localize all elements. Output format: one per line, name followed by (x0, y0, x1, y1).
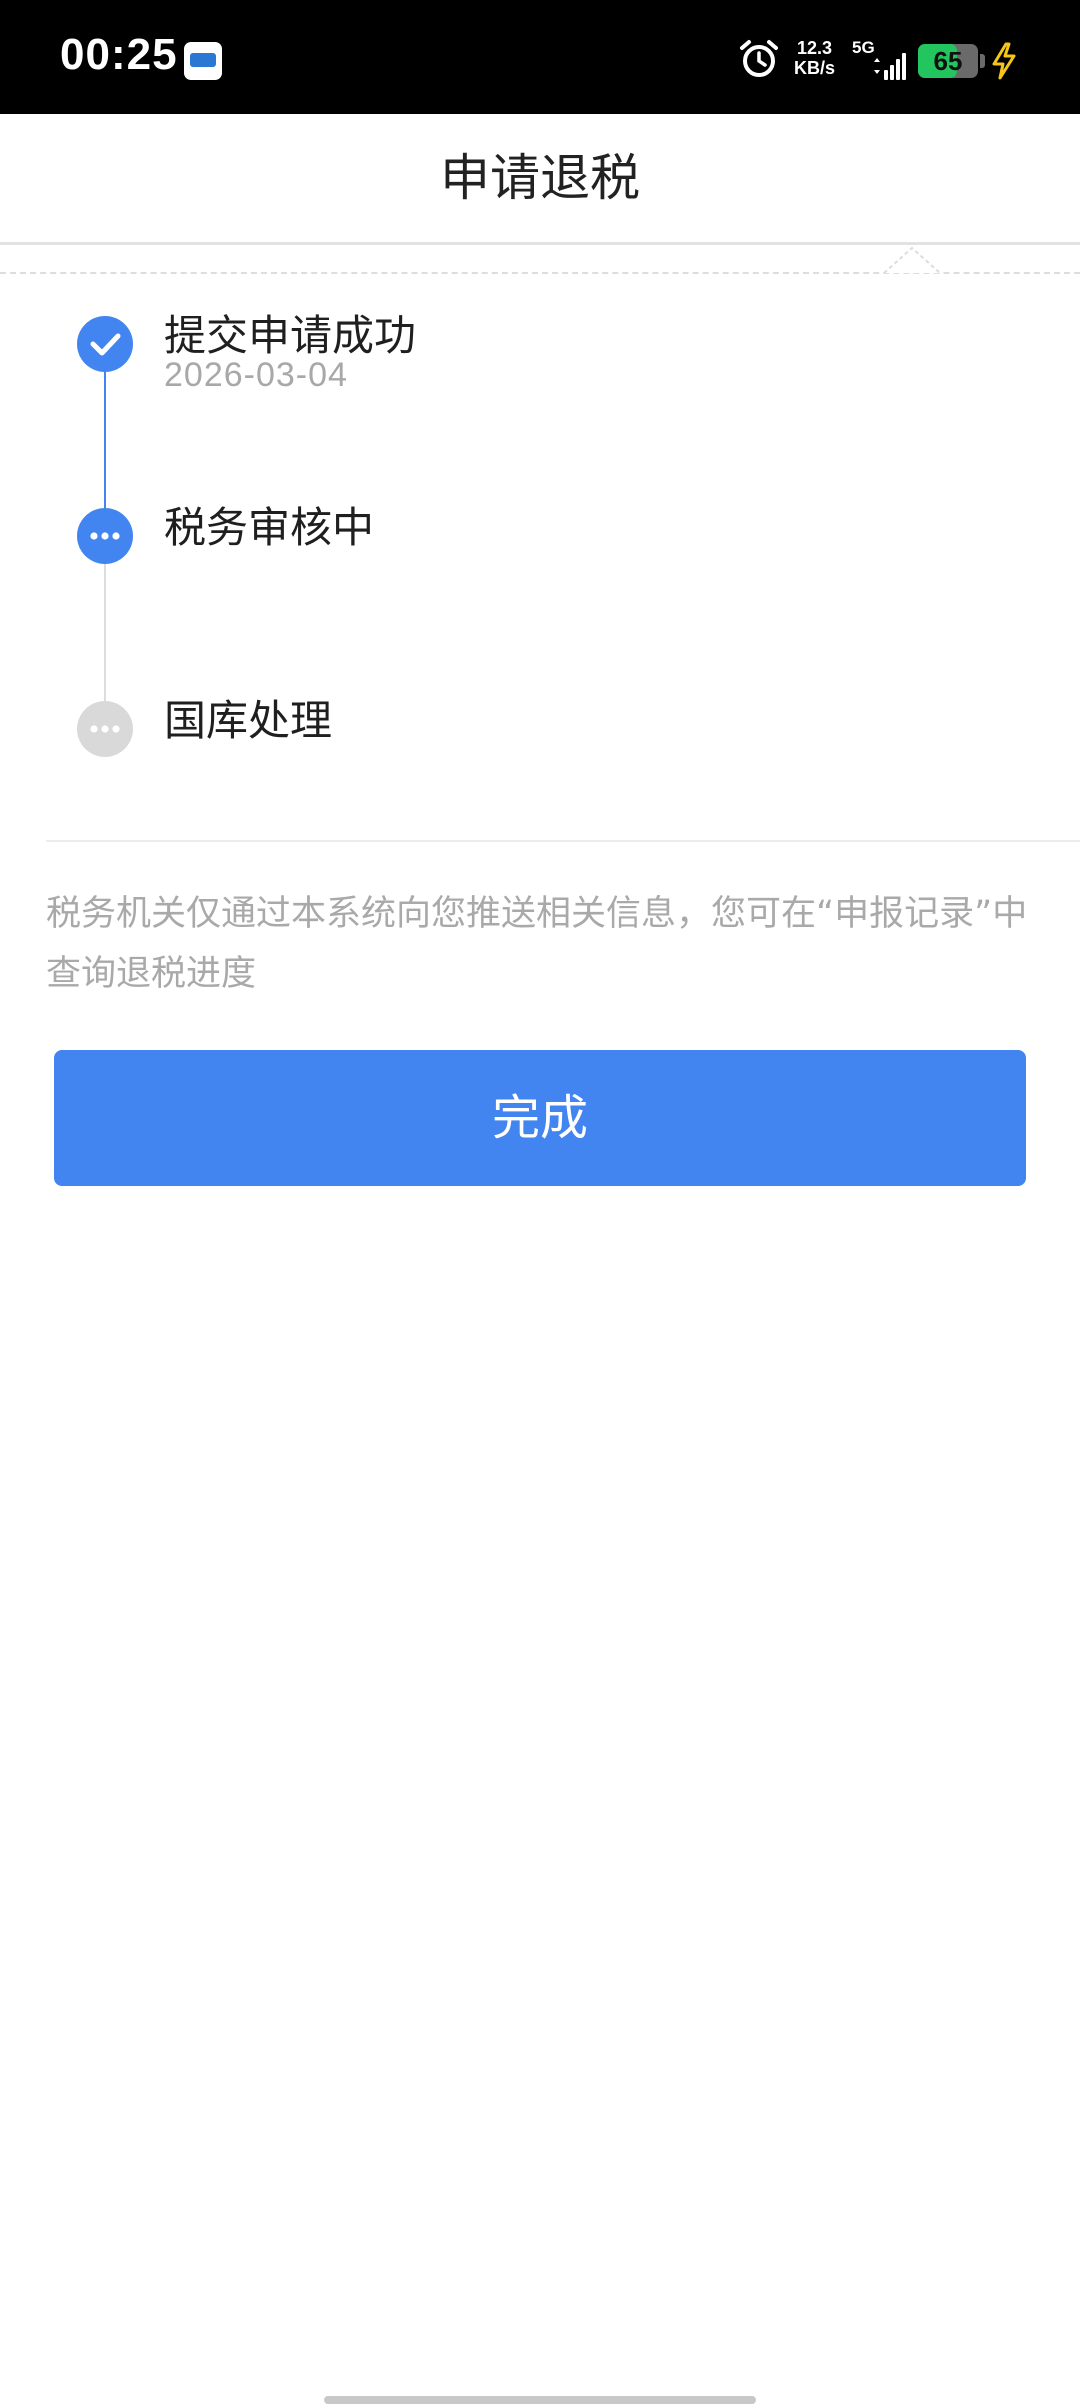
check-icon (90, 333, 121, 356)
charging-icon (992, 42, 1016, 80)
step-completed-indicator (77, 316, 133, 372)
step-pending-indicator (77, 701, 133, 757)
more-dots-icon (90, 725, 120, 733)
alarm-icon (740, 40, 778, 77)
tip-notch (884, 246, 940, 274)
home-indicator[interactable] (324, 2396, 756, 2404)
step-in-progress-indicator (77, 508, 133, 564)
page-title: 申请退税 (440, 149, 640, 207)
nav-bar: 申请退税 (0, 114, 1080, 245)
net-speed-unit: KB/s (794, 58, 836, 78)
content-divider (46, 840, 1080, 842)
net-speed: 12.3 KB/s (794, 38, 835, 78)
done-button[interactable]: 完成 (54, 1050, 1026, 1186)
step-title-treasury: 国库处理 (164, 696, 333, 745)
net-speed-value: 12.3 (796, 38, 833, 58)
status-time: 00:25 (60, 30, 178, 79)
battery-level: 65 (933, 46, 963, 76)
status-bar: 00:25 12.3 KB/s 5G 65 (0, 0, 1080, 114)
app-notification-icon (184, 42, 222, 80)
more-dots-icon (90, 532, 120, 540)
signal-icon (874, 53, 906, 80)
step-date: 2026-03-04 (164, 356, 348, 394)
battery-icon: 65 (918, 44, 985, 78)
step-title-reviewing: 税务审核中 (164, 503, 375, 552)
notice-text: 税务机关仅通过本系统向您推送相关信息，您可在“申报记录”中查询退税进度 (46, 894, 1028, 994)
